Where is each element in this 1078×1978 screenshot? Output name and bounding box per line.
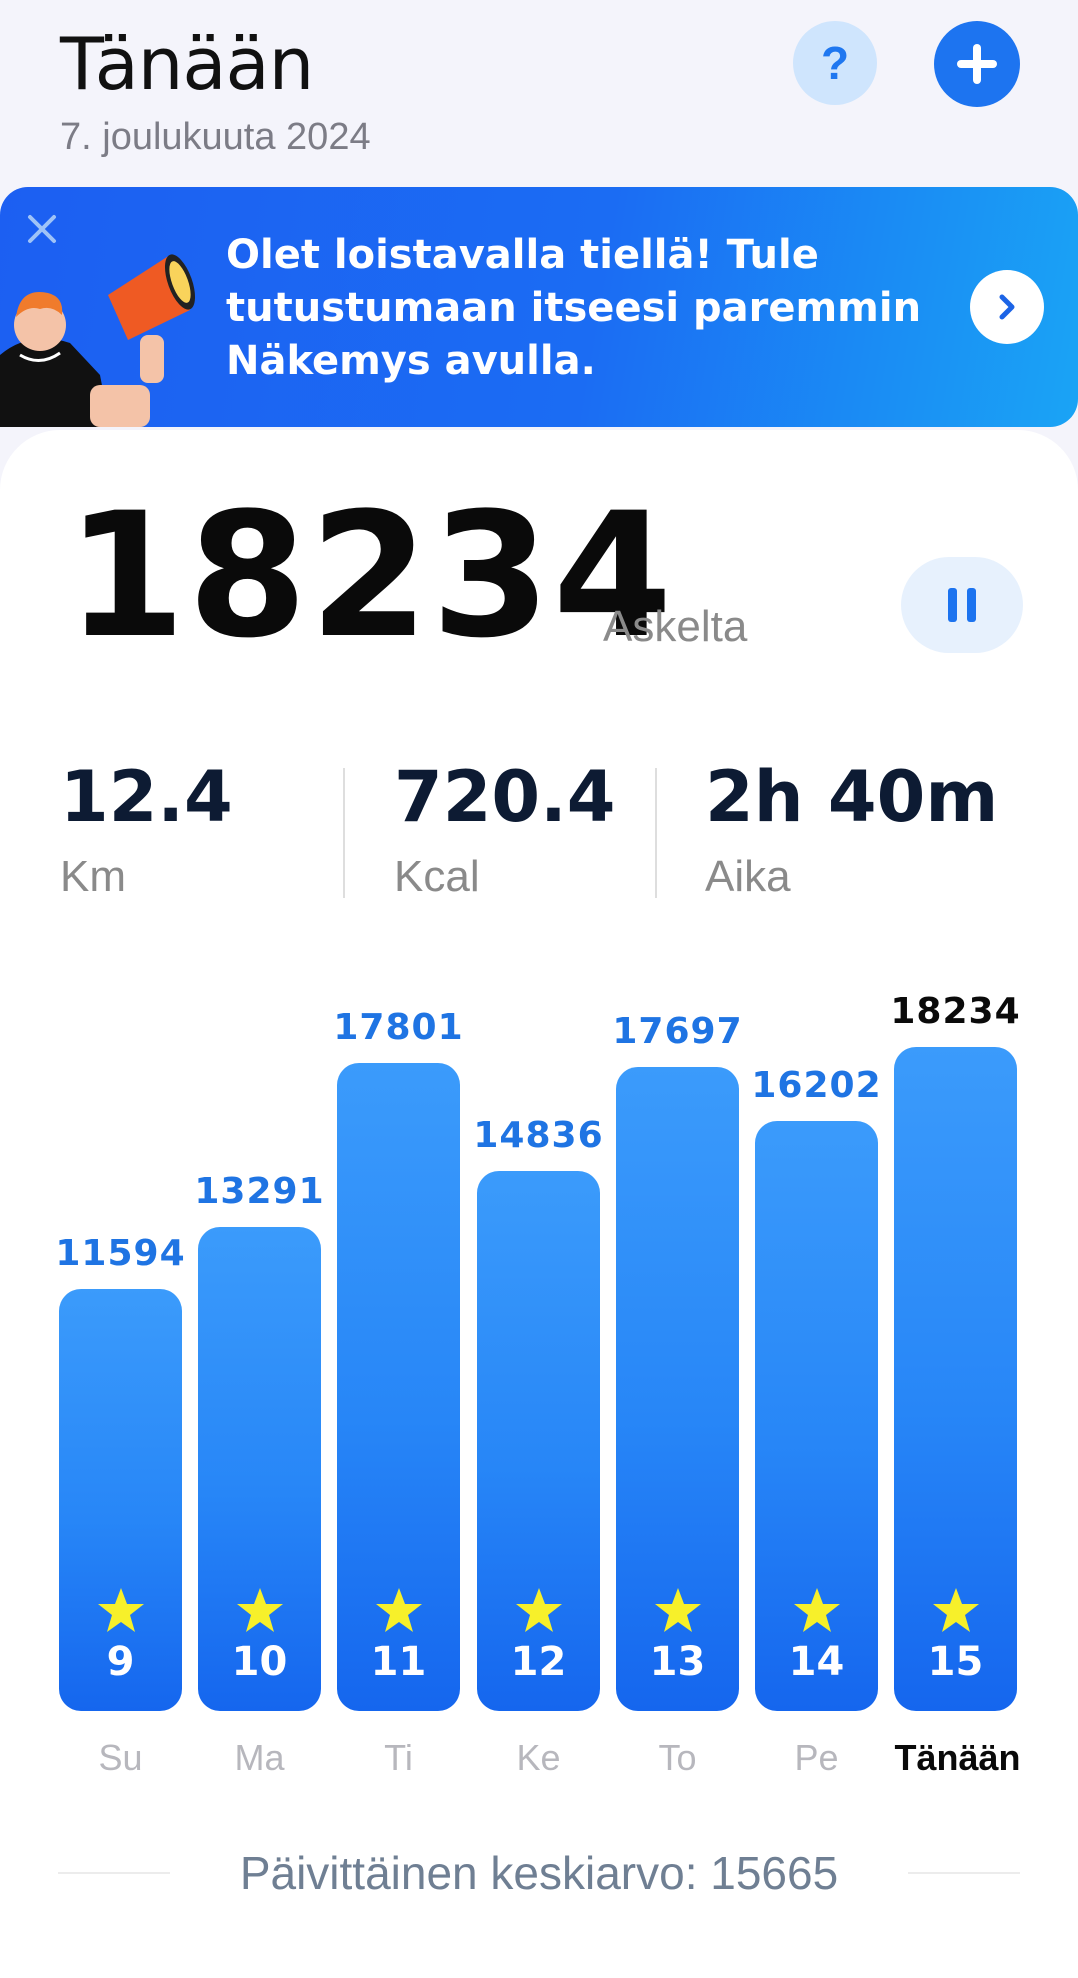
bar-value-label: 16202 <box>751 1065 882 1106</box>
steps-unit: Askelta <box>603 602 748 651</box>
weekday-label: Ke <box>516 1737 561 1778</box>
star-icon <box>375 1588 422 1632</box>
chart-bar[interactable]: 9 <box>59 1289 182 1711</box>
bar-day-number: 10 <box>231 1639 288 1685</box>
page-title: Tänään <box>60 22 314 106</box>
chart-bar[interactable]: 10 <box>198 1227 321 1711</box>
chart-bar[interactable]: 12 <box>477 1171 600 1711</box>
chevron-right-icon <box>999 294 1015 320</box>
bar-day-number: 14 <box>788 1639 845 1685</box>
question-icon: ? <box>820 37 850 89</box>
bar-value-label: 17697 <box>612 1011 743 1052</box>
bar-value-label: 17801 <box>333 1007 464 1048</box>
weekday-label: Pe <box>794 1737 839 1778</box>
daily-average: Päivittäinen keskiarvo: 15665 <box>239 1847 839 1899</box>
star-icon <box>932 1588 979 1632</box>
chart-bar[interactable]: 13 <box>616 1067 739 1711</box>
star-icon <box>236 1588 283 1632</box>
weekday-label: To <box>658 1737 697 1778</box>
star-icon <box>654 1588 701 1632</box>
banner-text: Olet loistavalla tiellä! Tule tutustumaa… <box>226 232 922 384</box>
time-label: Aika <box>705 852 791 901</box>
pause-icon <box>948 588 957 622</box>
time-value: 2h 40m <box>705 756 999 838</box>
bar-day-number: 11 <box>370 1639 427 1685</box>
chart-bar[interactable]: 14 <box>755 1121 878 1711</box>
stat-distance: 12.4 Km <box>60 752 233 902</box>
bar-day-number: 9 <box>106 1639 135 1685</box>
star-icon <box>97 1588 144 1632</box>
bar-value-label: 18234 <box>890 991 1021 1032</box>
help-button[interactable]: ? <box>793 21 877 105</box>
stat-divider <box>655 768 657 898</box>
calories-value: 720.4 <box>394 756 616 838</box>
stat-divider <box>343 768 345 898</box>
weekday-label: Ma <box>234 1737 285 1778</box>
weekday-label: Su <box>98 1737 143 1778</box>
banner-arrow-button[interactable] <box>970 270 1044 344</box>
distance-value: 12.4 <box>60 756 233 838</box>
bar-value-label: 13291 <box>194 1171 325 1212</box>
add-button[interactable] <box>934 21 1020 107</box>
star-icon <box>515 1588 562 1632</box>
stat-calories: 720.4 Kcal <box>394 752 615 902</box>
steps-count: 18234 <box>66 475 675 676</box>
bar-day-number: 13 <box>649 1639 706 1685</box>
stat-time: 2h 40m Aika <box>705 752 998 902</box>
star-icon <box>793 1588 840 1632</box>
weekday-label: Tänään <box>894 1737 1021 1778</box>
pause-button[interactable] <box>901 557 1023 653</box>
bar-value-label: 11594 <box>55 1233 186 1274</box>
bar-value-label: 14836 <box>473 1115 604 1156</box>
megaphone-illustration <box>0 254 196 427</box>
chart-bar[interactable]: 15 <box>894 1047 1017 1711</box>
bar-day-number: 12 <box>510 1639 567 1685</box>
chart-bar[interactable]: 11 <box>337 1063 460 1711</box>
plus-icon <box>957 44 997 84</box>
weekday-label: Ti <box>384 1737 413 1778</box>
bar-day-number: 15 <box>927 1639 984 1685</box>
date-label: 7. joulukuuta 2024 <box>60 116 371 158</box>
distance-label: Km <box>60 852 126 901</box>
calories-label: Kcal <box>394 852 480 901</box>
